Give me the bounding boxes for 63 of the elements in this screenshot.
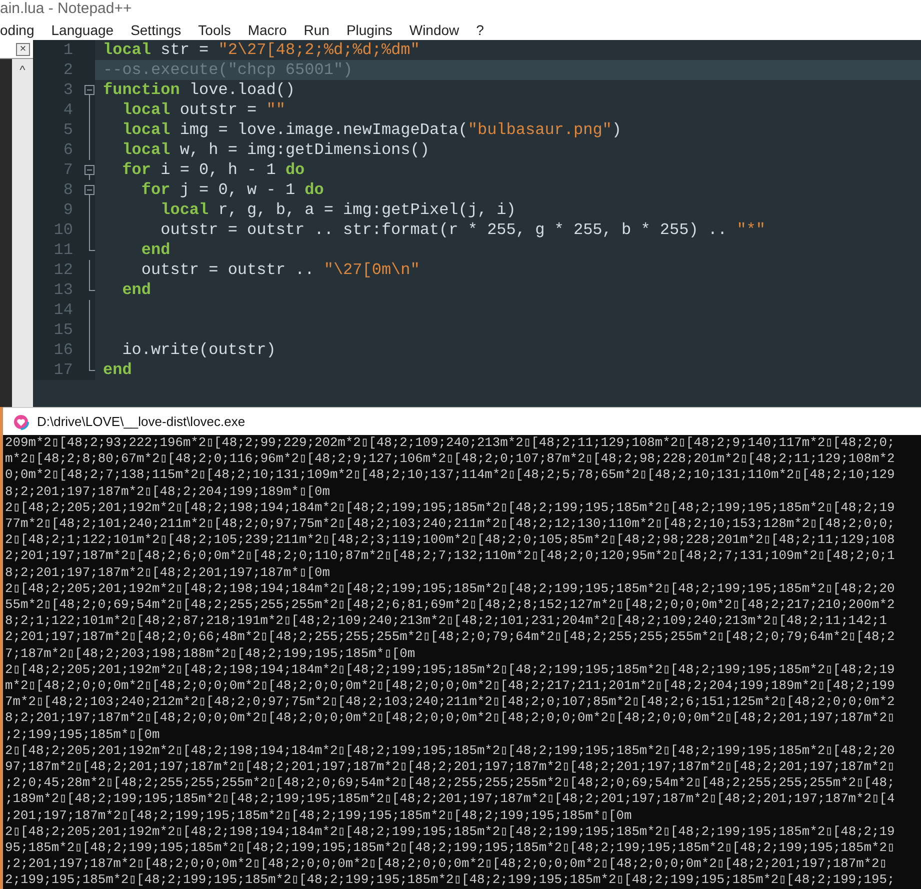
- menu-item[interactable]: Macro: [248, 20, 287, 40]
- console-output-line: 2▯[48;2;205;201;192m*2▯[48;2;198;194;184m*2▯[48;2;199;195;185m*2▯[48;2;199;195;185m*2▯[48;2;199;195;185m*2▯[48;2;19: [5, 824, 895, 840]
- console-output-line: 0;0m*2▯[48;2;7;138;115m*2▯[48;2;10;131;109m*2▯[48;2;10;137;114m*2▯[48;2;5;78;65m*2▯[48;2;10;131;110m*2▯[48;2;10;129: [5, 467, 895, 484]
- fold-minus-icon[interactable]: [84, 165, 95, 180]
- console-output-line: m*2▯[48;2;0;0;0m*2▯[48;2;0;0;0m*2▯[48;2;0;0;0m*2▯[48;2;0;0;0m*2▯[48;2;217;211;201m*2▯[48;2;204;199;189m*2▯[48;2;199: [5, 678, 895, 694]
- console-output-line: 8;2;201;197;187m*2▯[48;2;0;0;0m*2▯[48;2;0;0;0m*2▯[48;2;0;0;0m*2▯[48;2;0;0;0m*2▯[48;2;0;0;0m*2▯[48;2;201;197;187m*2▯: [5, 710, 895, 727]
- line-number: 9: [62, 200, 73, 220]
- fold-minus-icon[interactable]: [84, 85, 95, 100]
- line-number: 1: [62, 40, 73, 60]
- console-output-line: ;189m*2▯[48;2;199;195;185m*2▯[48;2;199;195;185m*2▯[48;2;201;197;187m*2▯[48;2;201;197;187m*2▯[48;2;201;197;187m*2▯[4: [5, 791, 895, 808]
- console-output-line: 2▯[48;2;205;201;192m*2▯[48;2;198;194;184m*2▯[48;2;199;195;185m*2▯[48;2;199;195;185m*2▯[48;2;199;195;185m*2▯[48;2;20: [5, 742, 895, 760]
- console-output-line: 2;199;195;185m*2▯[48;2;199;195;185m*2▯[48;2;199;195;185m*2▯[48;2;199;195;185m*2▯[48;2;199;195;185m*2▯[48;2;199;195;: [5, 872, 895, 889]
- console-output-line: 209m*2▯[48;2;93;222;196m*2▯[48;2;99;229;202m*2▯[48;2;109;240;213m*2▯[48;2;11;129;108m*2▯[48;2;9;140;117m*2▯[48;2;0;: [5, 435, 895, 452]
- console-output-line: 2▯[48;2;1;122;101m*2▯[48;2;105;239;211m*2▯[48;2;3;119;100m*2▯[48;2;0;105;85m*2▯[48;2;98;228;201m*2▯[48;2;11;129;108: [5, 532, 895, 548]
- console-output-line: 55m*2▯[48;2;0;69;54m*2▯[48;2;255;255;255m*2▯[48;2;6;81;69m*2▯[48;2;8;152;127m*2▯[48;2;0;0;0m*2▯[48;2;217;210;200m*2: [5, 597, 895, 614]
- line-number: 13: [52, 280, 73, 300]
- console-output-line: ;2;201;197;187m*2▯[48;2;0;0;0m*2▯[48;2;0;0;0m*2▯[48;2;0;0;0m*2▯[48;2;0;0;0m*2▯[48;2;0;0;0m*2▯[48;2;201;197;187m*2▯: [5, 856, 888, 872]
- console-output-line: 8;2;1;122;101m*2▯[48;2;87;218;191m*2▯[48;2;109;240;213m*2▯[48;2;101;231;204m*2▯[48;2;109;240;213m*2▯[48;2;11;142;1: [5, 613, 887, 630]
- console-output-line: 2▯[48;2;205;201;192m*2▯[48;2;198;194;184m*2▯[48;2;199;195;185m*2▯[48;2;199;195;185m*2▯[48;2;199;195;185m*2▯[48;2;20: [5, 580, 895, 598]
- line-number: 7: [62, 160, 73, 180]
- console-output-line: m*2▯[48;2;8;80;67m*2▯[48;2;0;116;96m*2▯[48;2;9;127;106m*2▯[48;2;0;107;87m*2▯[48;2;98;228;201m*2▯[48;2;11;129;108m*2: [5, 451, 895, 468]
- line-number: 10: [52, 220, 73, 240]
- console-output-line: 7m*2▯[48;2;103;240;212m*2▯[48;2;0;97;75m*2▯[48;2;103;240;211m*2▯[48;2;0;107;85m*2▯[48;2;6;151;125m*2▯[48;2;0;0;0m*2: [5, 694, 895, 710]
- console-output-line: 2▯[48;2;205;201;192m*2▯[48;2;198;194;184m*2▯[48;2;199;195;185m*2▯[48;2;199;195;185m*2▯[48;2;199;195;185m*2▯[48;2;19: [5, 500, 895, 516]
- menu-item[interactable]: Window: [409, 20, 460, 40]
- console-output-line: ;201;197;187m*2▯[48;2;199;195;185m*2▯[48;2;199;195;185m*2▯[48;2;199;195;185m*▯[0m: [5, 808, 632, 824]
- scrollbar[interactable]: ^: [12, 59, 33, 407]
- line-number: 14: [52, 300, 73, 320]
- heart-app-icon: [13, 414, 29, 430]
- menu-item[interactable]: ?: [476, 20, 484, 40]
- fold-line-icon: [89, 260, 90, 280]
- console-output-line: 8;2;201;197;187m*2▯[48;2;204;199;189m*▯[0m: [5, 484, 330, 500]
- fold-minus-icon[interactable]: [84, 185, 95, 200]
- line-number: 11: [52, 240, 73, 260]
- menu-item[interactable]: Settings: [130, 20, 182, 40]
- console-output-line: 7;187m*2▯[48;2;203;198;188m*2▯[48;2;199;195;185m*▯[0m: [5, 646, 416, 662]
- console-output-line: 2;201;197;187m*2▯[48;2;0;66;48m*2▯[48;2;255;255;255m*2▯[48;2;0;79;64m*2▯[48;2;255;255;255m*2▯[48;2;0;79;64m*2▯[48;2: [5, 629, 895, 646]
- line-number: 3: [62, 80, 73, 100]
- menu-item[interactable]: oding: [0, 20, 34, 40]
- console-output-line: ;2;199;195;185m*▯[0m: [5, 726, 160, 743]
- console-output-line: 2▯[48;2;205;201;192m*2▯[48;2;198;194;184m*2▯[48;2;199;195;185m*2▯[48;2;199;195;185m*2▯[48;2;199;195;185m*2▯[48;2;19: [5, 662, 895, 678]
- line-number: 17: [52, 360, 73, 380]
- console-output-line: 95;185m*2▯[48;2;199;195;185m*2▯[48;2;199;195;185m*2▯[48;2;199;195;185m*2▯[48;2;199;195;185m*2▯[48;2;199;195;185m*2▯: [5, 840, 895, 856]
- line-number: 6: [62, 140, 73, 160]
- console-output-line: 8;2;201;197;187m*2▯[48;2;201;197;187m*▯[0m: [5, 564, 330, 581]
- menu-item[interactable]: Tools: [198, 20, 231, 40]
- line-number: 8: [62, 180, 73, 200]
- menu-item[interactable]: Plugins: [346, 20, 392, 40]
- console-output-line: 97;187m*2▯[48;2;201;197;187m*2▯[48;2;201;197;187m*2▯[48;2;201;197;187m*2▯[48;2;201;197;187m*2▯[48;2;201;197;187m*2▯: [5, 759, 895, 776]
- line-number: 2: [62, 60, 73, 80]
- line-number: 12: [52, 260, 73, 280]
- console-output-line: ;2;0;45;28m*2▯[48;2;255;255;255m*2▯[48;2;0;69;54m*2▯[48;2;255;255;255m*2▯[48;2;0;69;54m*2▯[48;2;255;255;255m*2▯[48;: [5, 775, 895, 792]
- line-number: 5: [62, 120, 73, 140]
- window-title: ain.lua - Notepad++: [0, 0, 132, 19]
- console-output-line: 2;201;197;187m*2▯[48;2;6;0;0m*2▯[48;2;0;110;87m*2▯[48;2;7;132;110m*2▯[48;2;0;120;95m*2▯[48;2;7;131;109m*2▯[48;2;0;1: [5, 548, 895, 565]
- close-button[interactable]: ×: [16, 42, 30, 56]
- console-output-line: 77m*2▯[48;2;101;240;211m*2▯[48;2;0;97;75m*2▯[48;2;103;240;211m*2▯[48;2;12;130;110m*2▯[48;2;10;153;128m*2▯[48;2;0;0;: [5, 516, 895, 532]
- line-number: 15: [52, 320, 73, 340]
- console-title: D:\drive\LOVE\__love-dist\lovec.exe: [37, 412, 246, 431]
- menu-item[interactable]: Language: [51, 20, 114, 40]
- line-number: 16: [52, 340, 73, 360]
- menu-item[interactable]: Run: [304, 20, 330, 40]
- line-number: 4: [62, 100, 73, 120]
